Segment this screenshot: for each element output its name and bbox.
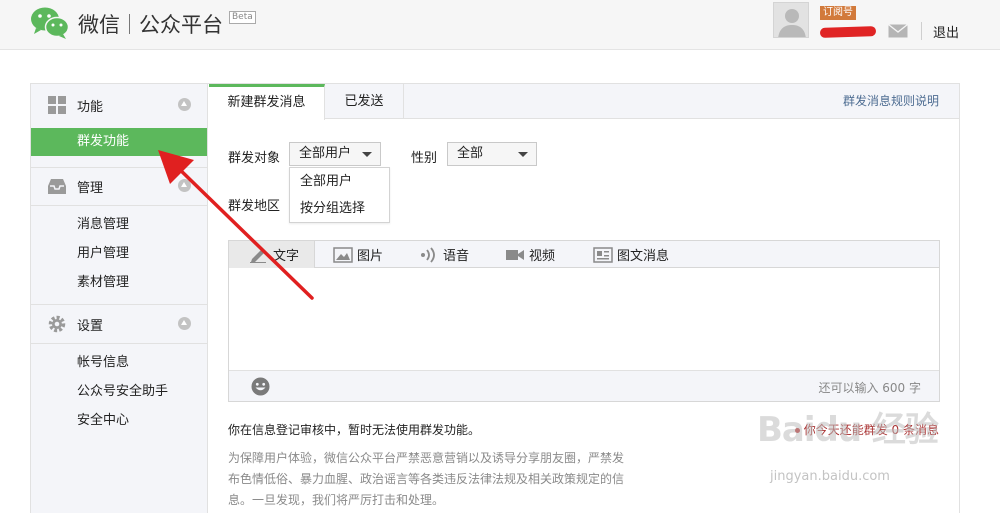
editor-tab-video[interactable]: 视频 xyxy=(505,241,555,268)
grid-icon xyxy=(47,95,67,115)
editor-tab-voice[interactable]: 语音 xyxy=(419,241,469,268)
editor-tab-voice-label: 语音 xyxy=(443,249,470,264)
image-icon xyxy=(333,246,353,263)
sidebar-item-account-info[interactable]: 帐号信息 xyxy=(31,349,207,377)
policy-text: 为保障用户体验，微信公众平台严禁恶意营销以及诱导分享朋友圈，严禁发布色情低俗、暴… xyxy=(228,451,625,507)
redacted-username xyxy=(819,26,877,38)
region-label: 群发地区 xyxy=(228,199,281,214)
baidu-watermark-url: jingyan.baidu.com xyxy=(770,469,890,484)
brand-platform: 公众平台 xyxy=(139,13,223,37)
menu-head-manage[interactable]: 管理 xyxy=(31,167,207,205)
menu-head-settings-label: 设置 xyxy=(77,318,104,334)
target-select-value: 全部用户 xyxy=(299,146,352,161)
target-select[interactable]: 全部用户 xyxy=(289,142,381,166)
editor-tab-text[interactable]: 文字 xyxy=(229,241,315,268)
rules-link[interactable]: 群发消息规则说明 xyxy=(843,84,939,119)
baidu-watermark: Baidu 经验 xyxy=(757,410,939,450)
dropdown-option-all-users[interactable]: 全部用户 xyxy=(290,168,389,195)
user-silhouette-icon xyxy=(778,9,806,37)
target-dropdown-menu: 全部用户 按分组选择 xyxy=(289,167,390,223)
sidebar-item-messages[interactable]: 消息管理 xyxy=(31,211,207,239)
sidebar-item-security-assistant[interactable]: 公众号安全助手 xyxy=(31,378,207,406)
editor-tab-article-label: 图文消息 xyxy=(617,249,670,264)
sidebar-divider xyxy=(31,205,207,206)
sidebar-divider xyxy=(31,343,207,344)
beta-badge: Beta xyxy=(229,11,256,24)
dropdown-option-by-group[interactable]: 按分组选择 xyxy=(290,195,389,222)
tab-bar: 新建群发消息 已发送 群发消息规则说明 xyxy=(209,84,959,120)
editor-tab-image-label: 图片 xyxy=(357,249,384,264)
sidebar-item-security-center[interactable]: 安全中心 xyxy=(31,407,207,435)
sidebar-item-mass-send[interactable]: 群发功能 xyxy=(31,128,207,156)
review-notice: 你在信息登记审核中，暂时无法使用群发功能。 xyxy=(228,423,481,437)
article-icon xyxy=(593,246,613,263)
pen-icon xyxy=(249,247,269,263)
video-camera-icon xyxy=(505,247,525,263)
emoji-icon[interactable] xyxy=(251,377,270,396)
gender-select[interactable]: 全部 xyxy=(447,142,537,166)
menu-head-function[interactable]: 功能 xyxy=(31,86,207,124)
menu-head-manage-label: 管理 xyxy=(77,180,104,196)
message-editor: 文字 图片 语音 视频 图文消息 还可以输入 600 字 xyxy=(228,240,940,402)
wechat-logo-icon xyxy=(31,7,70,39)
chevron-down-icon xyxy=(518,152,528,157)
avatar[interactable] xyxy=(773,2,809,38)
brand-divider xyxy=(129,14,130,34)
account-type-badge: 订阅号 xyxy=(820,6,856,20)
message-textarea[interactable] xyxy=(229,269,939,370)
gear-icon xyxy=(47,314,67,334)
menu-head-function-label: 功能 xyxy=(77,99,104,115)
tab-new-mass-message[interactable]: 新建群发消息 xyxy=(209,84,325,120)
sidebar-item-users[interactable]: 用户管理 xyxy=(31,240,207,268)
tab-sent[interactable]: 已发送 xyxy=(325,84,404,119)
editor-tab-video-label: 视频 xyxy=(529,249,556,264)
gender-select-value: 全部 xyxy=(457,146,484,161)
collapse-icon[interactable] xyxy=(178,179,191,192)
top-header: 微信 公众平台 Beta 订阅号 退出 xyxy=(0,0,1000,50)
gender-label: 性别 xyxy=(411,151,438,166)
voice-icon xyxy=(419,246,439,263)
target-label: 群发对象 xyxy=(228,151,281,166)
sidebar: 功能 群发功能 管理 消息管理 用户管理 素材管理 设置 帐号信息 公众号安全助… xyxy=(31,84,208,513)
char-counter: 还可以输入 600 字 xyxy=(818,381,921,395)
mail-icon[interactable] xyxy=(888,24,908,38)
brand-title: 微信 公众平台 xyxy=(78,9,223,39)
sidebar-item-materials[interactable]: 素材管理 xyxy=(31,269,207,297)
collapse-icon[interactable] xyxy=(178,98,191,111)
inbox-icon xyxy=(47,176,67,196)
brand-wechat: 微信 xyxy=(78,13,120,37)
chevron-down-icon xyxy=(362,152,372,157)
editor-type-tabs: 文字 图片 语音 视频 图文消息 xyxy=(229,241,939,268)
editor-footer: 还可以输入 600 字 xyxy=(229,370,939,401)
editor-tab-article[interactable]: 图文消息 xyxy=(593,241,669,268)
editor-tab-image[interactable]: 图片 xyxy=(333,241,383,268)
collapse-icon[interactable] xyxy=(178,317,191,330)
menu-head-settings[interactable]: 设置 xyxy=(31,305,207,343)
header-divider xyxy=(921,22,922,40)
logout-link[interactable]: 退出 xyxy=(933,22,959,41)
editor-tab-text-label: 文字 xyxy=(273,249,300,264)
